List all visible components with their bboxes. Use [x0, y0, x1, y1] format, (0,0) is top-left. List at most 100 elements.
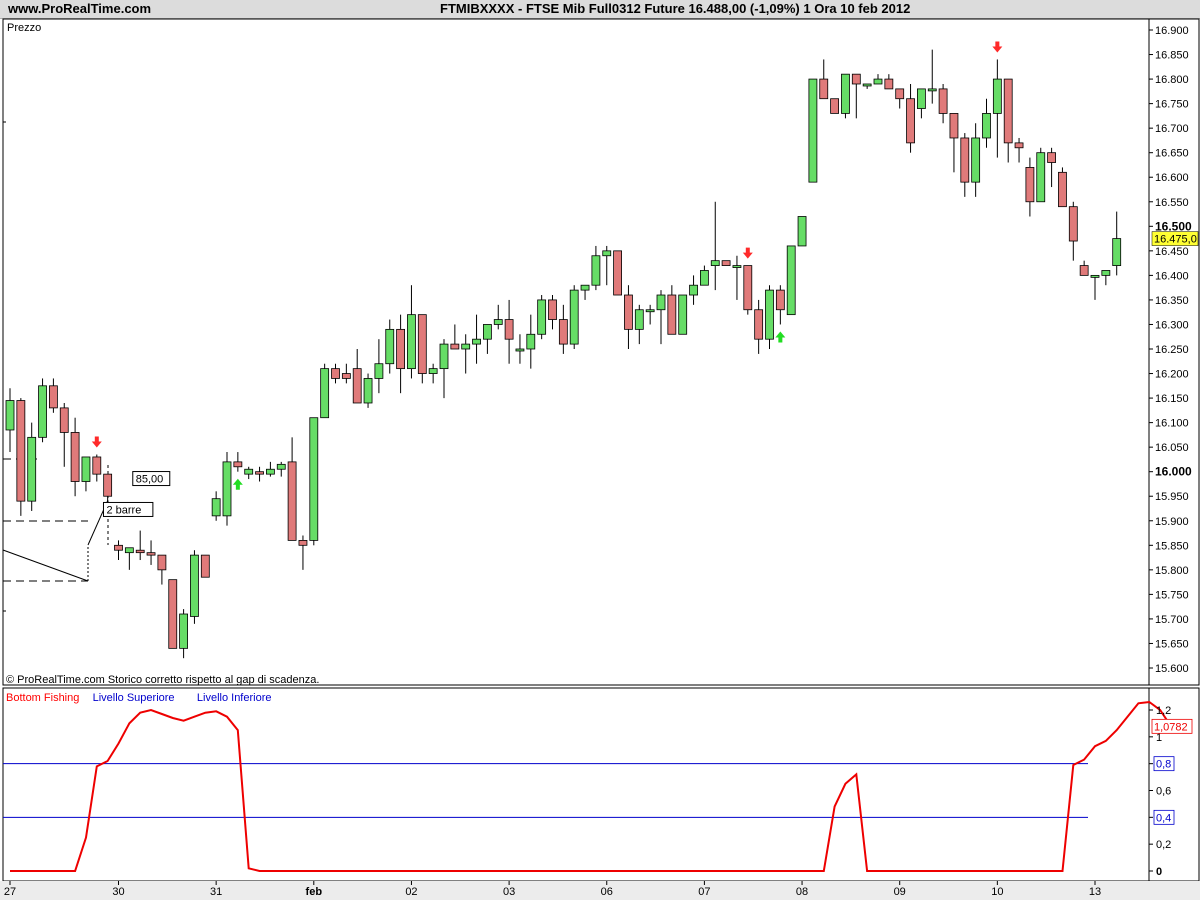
candle-body — [222, 461, 232, 517]
candle-body — [808, 78, 818, 183]
candle-body — [255, 471, 264, 475]
candle-body — [645, 309, 655, 313]
candle-body — [949, 113, 959, 139]
price-tick-label: 16.500 — [1155, 219, 1192, 233]
legend-entry: Bottom Fishing — [6, 692, 79, 704]
candle-body — [841, 73, 850, 114]
candle-body — [439, 343, 449, 370]
candle-body — [938, 88, 948, 114]
annotation-label: 85,00 — [136, 474, 164, 486]
candle-body — [16, 400, 26, 502]
candle-body — [168, 579, 178, 649]
candle-body — [233, 461, 243, 468]
legend-entry: Livello Superiore — [93, 692, 175, 704]
price-tick-label: 16.000 — [1155, 465, 1192, 479]
candle-body — [92, 456, 102, 475]
candle-body — [873, 78, 883, 85]
candle-body — [689, 284, 698, 296]
candle-body — [862, 83, 872, 87]
candle-body — [287, 461, 297, 541]
candle-body — [190, 554, 199, 617]
candle-body — [602, 250, 612, 257]
candle-body — [396, 328, 406, 370]
chart-canvas: Prezzo © ProRealTime.com Storico corrett… — [0, 18, 1200, 900]
candle-body — [906, 98, 915, 144]
candle-body — [927, 88, 937, 92]
candle-body — [982, 113, 991, 139]
candle-body — [38, 385, 47, 438]
candle-body — [548, 299, 557, 320]
candle-body — [754, 309, 764, 340]
candle-body — [1036, 152, 1046, 203]
time-tick-label: 06 — [601, 886, 613, 898]
time-tick-label: 13 — [1089, 886, 1101, 898]
candle-body — [710, 260, 720, 266]
time-tick-label: 10 — [991, 886, 1003, 898]
candle-body — [146, 552, 156, 556]
price-tick-label: 16.050 — [1155, 442, 1189, 454]
indicator-tick-label: 0,8 — [1156, 759, 1171, 771]
candle-body — [678, 294, 688, 335]
candle-body — [417, 314, 427, 374]
candle-body — [591, 255, 601, 286]
time-tick-label: 09 — [894, 886, 906, 898]
candle-body — [276, 463, 286, 470]
time-tick-label: 02 — [405, 886, 417, 898]
candle-body — [1047, 152, 1056, 163]
candle-body — [1058, 171, 1067, 208]
candle-body — [797, 216, 807, 247]
candle-body — [211, 498, 221, 517]
candle-body — [200, 554, 210, 578]
candle-body — [537, 299, 547, 335]
candle-body — [5, 400, 15, 431]
price-tick-label: 16.650 — [1155, 148, 1189, 160]
candle-body — [1101, 270, 1111, 276]
time-tick-label: 08 — [796, 886, 808, 898]
price-tick-label: 16.400 — [1155, 270, 1189, 282]
price-tick-label: 15.950 — [1155, 491, 1189, 503]
candle-body — [363, 378, 373, 404]
price-tick-label: 16.350 — [1155, 295, 1189, 307]
candle-body — [580, 284, 590, 291]
candle-body — [765, 289, 774, 340]
candle-body — [775, 289, 785, 311]
price-tick-label: 16.900 — [1155, 25, 1189, 37]
indicator-legend: Bottom Fishing Livello Superiore Livello I… — [6, 692, 271, 704]
indicator-tick-label: 0,2 — [1156, 839, 1171, 851]
candle-body — [341, 373, 351, 379]
annotation-label: 2 barre — [106, 504, 141, 516]
price-tick-label: 16.750 — [1155, 99, 1189, 111]
last-price-label: 16.475,0 — [1154, 234, 1197, 246]
price-tick-label: 15.700 — [1155, 614, 1189, 626]
candle-body — [830, 98, 839, 114]
candle-body — [656, 294, 666, 311]
indicator-panel — [2, 687, 1150, 882]
candle-body — [472, 338, 481, 345]
candle-body — [1090, 274, 1100, 278]
indicator-tick-label: 1,2 — [1156, 705, 1171, 717]
candle-body — [721, 260, 731, 266]
candle-body — [819, 78, 829, 100]
candle-body — [743, 265, 753, 311]
candle-body — [667, 294, 677, 335]
time-tick-label: 07 — [698, 886, 710, 898]
price-tick-label: 16.550 — [1155, 197, 1189, 209]
candle-body — [569, 289, 579, 345]
time-tick-label: 30 — [112, 886, 124, 898]
candle-body — [971, 137, 981, 183]
candle-body — [786, 245, 796, 316]
price-tick-label: 16.100 — [1155, 418, 1189, 430]
candle-body — [70, 432, 80, 482]
indicator-last-label: 1,0782 — [1154, 721, 1188, 733]
candle-body — [1112, 238, 1122, 266]
candle-body — [320, 368, 330, 419]
price-tick-label: 16.250 — [1155, 344, 1189, 356]
candle-body — [135, 549, 145, 554]
price-tick-label: 16.200 — [1155, 369, 1189, 381]
candle-body — [179, 613, 189, 649]
candle-body — [515, 348, 525, 352]
candle-body — [461, 343, 471, 350]
candle-body — [385, 328, 395, 365]
time-tick-label: 27 — [4, 886, 16, 898]
candle-body — [428, 368, 438, 374]
